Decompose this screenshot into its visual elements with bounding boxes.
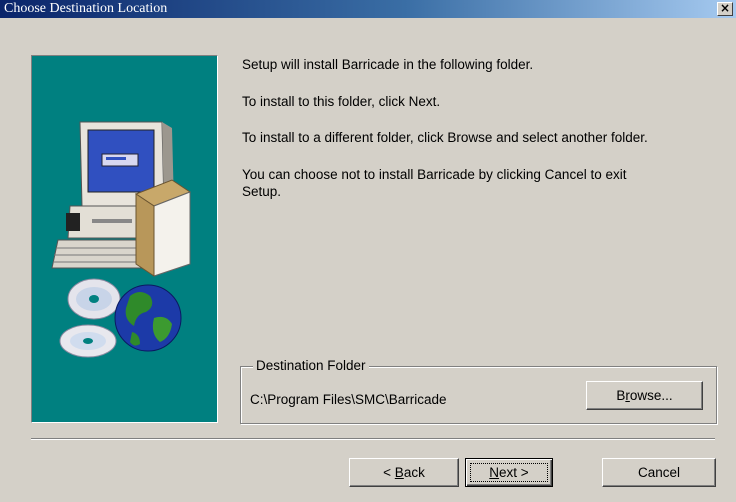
cancel-button[interactable]: Cancel (602, 458, 716, 487)
close-icon: × (719, 1, 731, 15)
button-separator (31, 438, 715, 440)
destination-folder-legend: Destination Folder (253, 358, 369, 373)
close-button[interactable]: × (717, 2, 733, 16)
software-box-icon (134, 179, 192, 277)
destination-folder-group: Destination Folder C:\Program Files\SMC\… (240, 358, 717, 424)
window-title: Choose Destination Location (4, 1, 168, 16)
destination-path: C:\Program Files\SMC\Barricade (250, 392, 447, 407)
back-button[interactable]: < Back (349, 458, 459, 487)
next-button-label: Next > (489, 465, 529, 480)
install-info-text: Setup will install Barricade in the foll… (242, 57, 534, 72)
next-instruction-text: To install to this folder, click Next. (242, 94, 441, 109)
browse-button[interactable]: Browse... (586, 381, 703, 410)
browse-instruction-text: To install to a different folder, click … (242, 130, 648, 145)
globe-icon (114, 284, 182, 352)
cd-disc-icon (59, 278, 121, 358)
title-bar[interactable]: Choose Destination Location × (0, 0, 736, 18)
setup-dialog: Choose Destination Location × Setup will… (0, 0, 736, 502)
setup-artwork (31, 55, 218, 423)
cancel-instruction-text-line1: You can choose not to install Barricade … (242, 167, 627, 182)
next-button[interactable]: Next > (465, 458, 553, 487)
cancel-instruction-text-line2: Setup. (242, 184, 282, 199)
back-button-label: < Back (383, 465, 425, 480)
browse-button-label: Browse... (616, 388, 673, 403)
cancel-button-label: Cancel (637, 465, 681, 480)
